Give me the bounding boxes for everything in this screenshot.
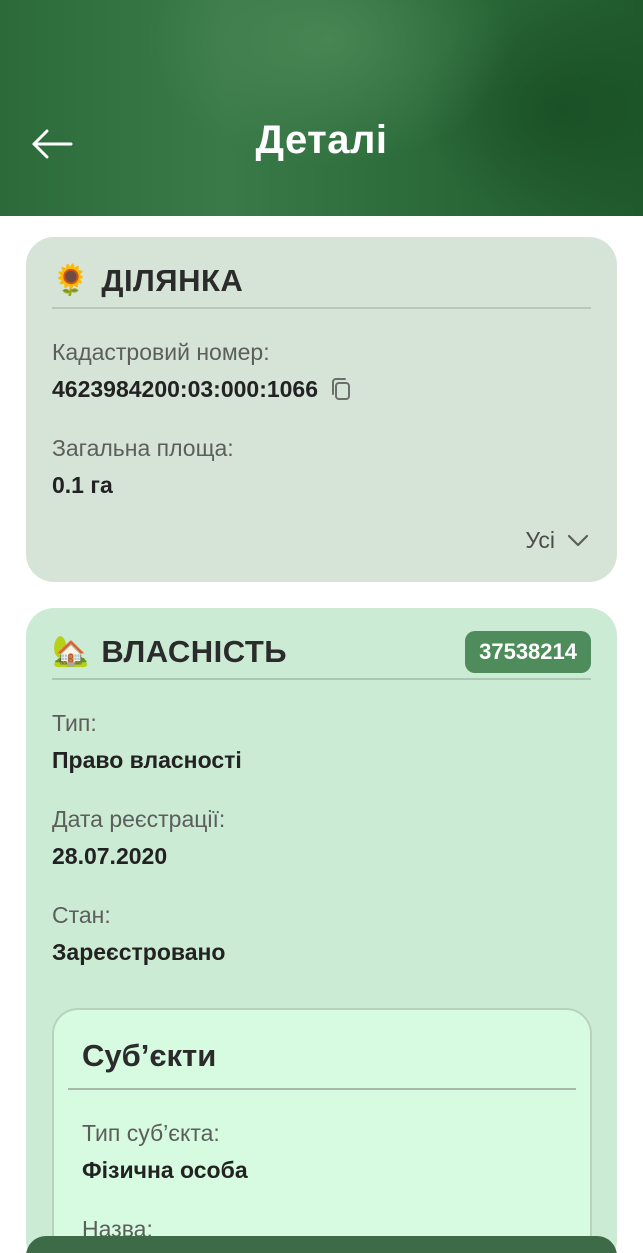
land-card: 🌻 ДІЛЯНКА Кадастровий номер: 4623984200:… (26, 237, 617, 582)
field-label: Стан: (52, 902, 111, 928)
registration-date-field: Дата реєстрації: 28.07.2020 (52, 804, 591, 872)
property-card: 🏡 ВЛАСНІСТЬ 37538214 Тип: Право власност… (26, 608, 617, 1253)
house-icon: 🏡 (52, 635, 90, 668)
status-field: Стан: Зареєстровано (52, 900, 591, 968)
chevron-down-icon (567, 534, 589, 546)
total-area-field: Загальна площа: 0.1 га (52, 433, 591, 501)
property-card-title: ВЛАСНІСТЬ (101, 634, 288, 669)
copy-icon[interactable] (330, 377, 352, 401)
property-id-badge: 37538214 (465, 631, 591, 673)
bottom-action-bar[interactable] (26, 1236, 617, 1253)
subjects-title: Суб’єкти (68, 1032, 576, 1090)
field-label: Тип: (52, 710, 97, 736)
field-value: 4623984200:03:000:1066 (52, 376, 319, 402)
field-label: Дата реєстрації: (52, 806, 226, 832)
page-title: Деталі (255, 118, 388, 162)
cadastral-number-field: Кадастровий номер: 4623984200:03:000:106… (52, 337, 591, 405)
field-value: Фізична особа (82, 1157, 248, 1183)
field-value: 28.07.2020 (52, 843, 168, 869)
expand-all-button[interactable]: Усі (525, 527, 589, 554)
land-card-title: ДІЛЯНКА (101, 263, 244, 298)
land-card-header: 🌻 ДІЛЯНКА (52, 261, 591, 309)
field-value: Право власності (52, 747, 242, 773)
property-card-header: 🏡 ВЛАСНІСТЬ 37538214 (52, 631, 591, 680)
field-value: 0.1 га (52, 472, 113, 498)
header-bar: Деталі (0, 0, 643, 216)
field-label: Загальна площа: (52, 435, 234, 461)
subject-type-field: Тип суб’єкта: Фізична особа (82, 1118, 576, 1186)
field-label: Тип суб’єкта: (82, 1120, 220, 1146)
field-label: Кадастровий номер: (52, 339, 270, 365)
cadastral-number-value: 4623984200:03:000:1066 (52, 373, 591, 405)
expand-all-label: Усі (525, 527, 555, 553)
subjects-card: Суб’єкти Тип суб’єкта: Фізична особа Наз… (52, 1008, 592, 1253)
property-type-field: Тип: Право власності (52, 708, 591, 776)
sunflower-icon: 🌻 (52, 264, 90, 297)
field-value: Зареєстровано (52, 939, 226, 965)
